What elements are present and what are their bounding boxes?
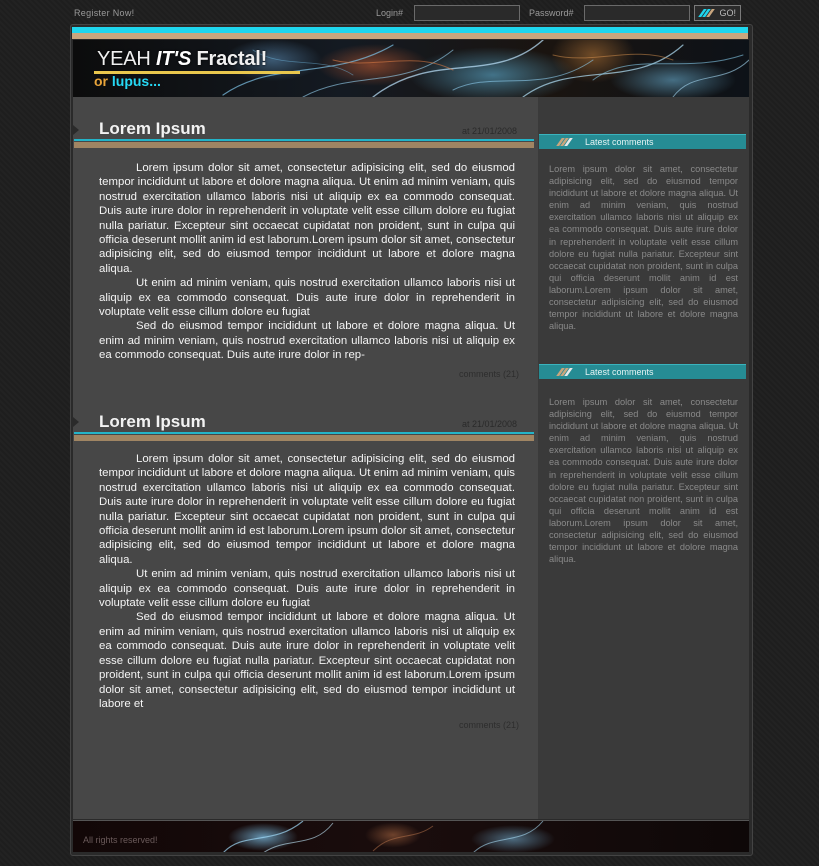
triangle-arrow-icon bbox=[73, 417, 79, 427]
post-divider-cyan bbox=[74, 432, 534, 434]
sidebar-heading-label: Latest comments bbox=[585, 367, 654, 377]
sidebar-heading: Latest comments bbox=[539, 134, 746, 149]
comments-link[interactable]: comments (21) bbox=[459, 720, 519, 730]
subtitle-part1: or bbox=[94, 73, 112, 89]
post-paragraph: Sed do eiusmod tempor incididunt ut labo… bbox=[99, 320, 515, 362]
top-login-bar: Register Now! Login# Password# GO! bbox=[0, 0, 819, 26]
sidebar-text: Lorem ipsum dolor sit amet, consectetur … bbox=[549, 164, 738, 332]
copyright-text: All rights reserved! bbox=[83, 835, 158, 845]
sidebar-heading: Latest comments bbox=[539, 364, 746, 379]
post-paragraph: Lorem ipsum dolor sit amet, consectetur … bbox=[99, 453, 515, 566]
sidebar-heading-label: Latest comments bbox=[585, 137, 654, 147]
post-paragraph: Sed do eiusmod tempor incididunt ut labo… bbox=[99, 611, 515, 710]
post-paragraph: Ut enim ad minim veniam, quis nostrud ex… bbox=[99, 568, 515, 610]
post-divider-tan bbox=[74, 142, 534, 148]
login-label: Login# bbox=[376, 8, 404, 18]
site-title-part3: Fractal! bbox=[191, 48, 268, 70]
post-body: Lorem ipsum dolor sit amet, consectetur … bbox=[99, 452, 515, 711]
post-title[interactable]: Lorem Ipsum bbox=[99, 412, 206, 432]
go-button-label: GO! bbox=[719, 8, 736, 18]
post-date: at 21/01/2008 bbox=[462, 419, 518, 429]
go-button[interactable]: GO! bbox=[694, 5, 741, 21]
double-slash-stripes-icon bbox=[556, 138, 573, 146]
post-paragraph: Lorem ipsum dolor sit amet, consectetur … bbox=[99, 162, 515, 275]
site-title: YEAH IT'S Fractal! bbox=[97, 48, 267, 71]
post-divider-cyan bbox=[74, 139, 534, 141]
fractal-footer-art bbox=[223, 821, 544, 852]
password-label: Password# bbox=[529, 8, 574, 18]
post-paragraph: Ut enim ad minim veniam, quis nostrud ex… bbox=[99, 277, 515, 319]
double-slash-stripes-icon bbox=[698, 9, 715, 17]
sidebar-text: Lorem ipsum dolor sit amet, consectetur … bbox=[549, 397, 738, 565]
site-title-part1: YEAH bbox=[97, 48, 157, 70]
post-divider-tan bbox=[74, 435, 534, 441]
tan-accent-bar bbox=[72, 33, 748, 39]
login-input[interactable] bbox=[414, 5, 520, 21]
post-date: at 21/01/2008 bbox=[462, 126, 518, 136]
register-link[interactable]: Register Now! bbox=[74, 8, 134, 18]
post-title[interactable]: Lorem Ipsum bbox=[99, 119, 206, 139]
post-body: Lorem ipsum dolor sit amet, consectetur … bbox=[99, 161, 515, 363]
triangle-arrow-icon bbox=[73, 125, 79, 135]
footer: All rights reserved! bbox=[73, 820, 749, 852]
password-input[interactable] bbox=[584, 5, 690, 21]
subtitle-part2: lupus... bbox=[111, 73, 161, 89]
site-subtitle: or lupus... bbox=[94, 73, 161, 89]
comments-link[interactable]: comments (21) bbox=[459, 369, 519, 379]
double-slash-stripes-icon bbox=[556, 368, 573, 376]
site-title-part2: IT'S bbox=[156, 48, 192, 70]
header-banner: YEAH IT'S Fractal! or lupus... bbox=[73, 40, 749, 97]
